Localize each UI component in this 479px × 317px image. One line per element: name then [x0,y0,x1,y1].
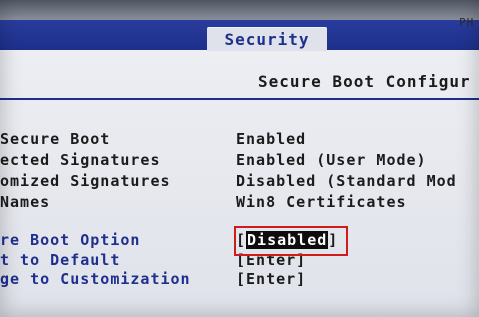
brand-text: PH [459,16,475,29]
top-strip [0,0,479,20]
setting-value: Disabled (Standard Mod [236,172,457,190]
section-title: Secure Boot Configur [258,72,471,91]
setting-row-customized-signatures[interactable]: omized Signatures Disabled (Standard Mod [0,172,479,192]
action-label: re Boot Option [0,231,141,249]
tab-security-label: Security [224,29,310,49]
setting-value: Enabled [236,130,307,148]
action-label: t to Default [0,251,121,269]
divider [0,98,479,100]
setting-label: ected Signatures [0,151,161,169]
setting-value: Enabled (User Mode) [236,151,427,169]
bios-screen: PH Security Secure Boot Configur Secure … [0,0,479,317]
setting-row-secure-boot[interactable]: Secure Boot Enabled [0,130,479,150]
action-label: ge to Customization [0,270,191,288]
setting-label: Secure Boot [0,130,111,148]
setting-row-expected-signatures[interactable]: ected Signatures Enabled (User Mode) [0,151,479,171]
setting-label: omized Signatures [0,172,171,190]
setting-row-certificate-names[interactable]: Names Win8 Certificates [0,193,479,213]
action-row-change-to-customization[interactable]: ge to Customization [Enter] [0,270,479,290]
action-value[interactable]: [Enter] [236,270,306,288]
setting-value: Win8 Certificates [236,193,407,211]
tab-security[interactable]: Security [207,27,327,51]
setting-label: Names [0,193,51,211]
selection-highlight-frame [234,226,348,256]
